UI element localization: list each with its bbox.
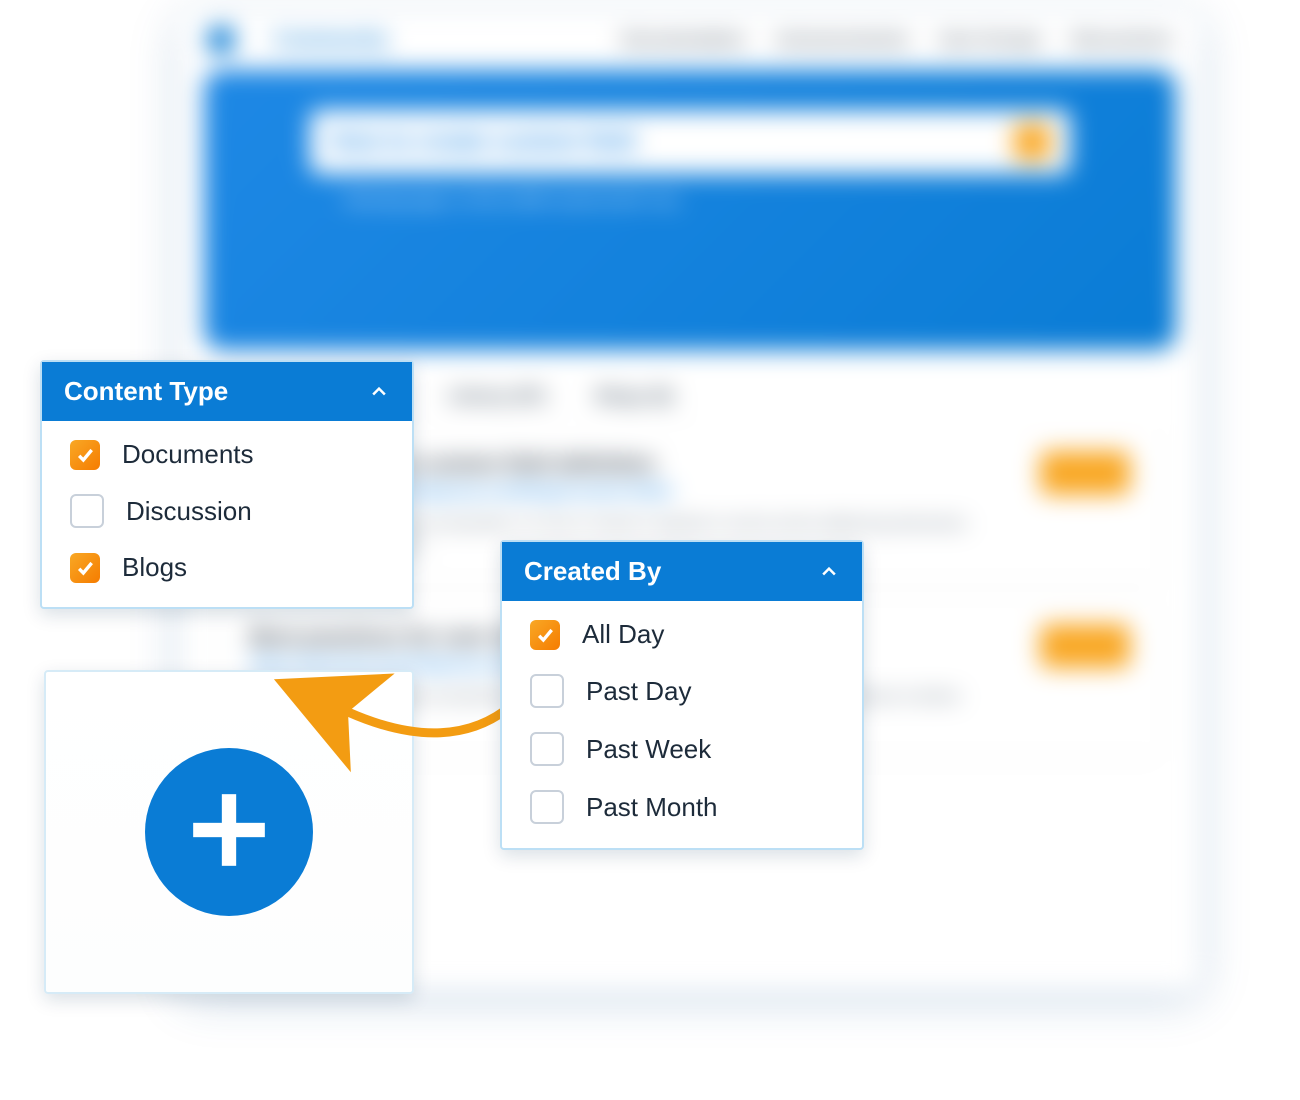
search-icon[interactable] bbox=[1014, 124, 1050, 160]
topbar: Community Documentation Announcements Us… bbox=[180, 10, 1200, 70]
plus-icon bbox=[186, 787, 272, 878]
filter-option-documents[interactable]: Documents bbox=[70, 439, 384, 470]
filter-option-discussion[interactable]: Discussion bbox=[70, 494, 384, 528]
nav-item[interactable]: Documentation bbox=[622, 30, 746, 50]
filter-option-past-week[interactable]: Past Week bbox=[530, 732, 834, 766]
nav-item[interactable]: Discussions bbox=[1072, 30, 1172, 50]
filter-option-label: Documents bbox=[122, 439, 254, 470]
filter-header[interactable]: Content Type bbox=[42, 362, 412, 421]
nav-item[interactable]: Announcements bbox=[776, 30, 909, 50]
chevron-up-icon bbox=[818, 561, 840, 583]
checkbox-icon bbox=[70, 440, 100, 470]
checkbox-icon bbox=[530, 790, 564, 824]
nav-item[interactable]: User Groups bbox=[939, 30, 1042, 50]
filter-option-blogs[interactable]: Blogs bbox=[70, 552, 384, 583]
result-action-button[interactable] bbox=[1040, 624, 1130, 668]
search-results-summary: Showing page 1 of 50 of 986 results (0.0… bbox=[344, 192, 679, 209]
checkbox-icon bbox=[530, 674, 564, 708]
filter-option-past-day[interactable]: Past Day bbox=[530, 674, 834, 708]
brand-name: Community bbox=[274, 29, 389, 52]
top-nav: Documentation Announcements User Groups … bbox=[622, 30, 1172, 50]
search-bar[interactable]: How to create custom field bbox=[310, 110, 1070, 174]
search-query-text: How to create custom field bbox=[330, 128, 635, 156]
tab[interactable]: Library (97) bbox=[448, 386, 546, 407]
filter-option-all-day[interactable]: All Day bbox=[530, 619, 834, 650]
filter-option-label: All Day bbox=[582, 619, 664, 650]
chevron-up-icon bbox=[368, 381, 390, 403]
hero-banner: How to create custom field Showing page … bbox=[204, 70, 1176, 350]
filter-card-content-type: Content Type Documents Discussion Blogs bbox=[40, 360, 414, 609]
tab[interactable]: Blogs (8) bbox=[596, 386, 673, 407]
filter-header[interactable]: Created By bbox=[502, 542, 862, 601]
filter-option-label: Past Day bbox=[586, 676, 692, 707]
checkbox-icon bbox=[530, 620, 560, 650]
add-filter-card bbox=[44, 670, 414, 994]
result-action-button[interactable] bbox=[1040, 451, 1130, 495]
filter-option-past-month[interactable]: Past Month bbox=[530, 790, 834, 824]
filter-option-label: Blogs bbox=[122, 552, 187, 583]
brand-logo-icon bbox=[208, 27, 234, 53]
filter-option-label: Discussion bbox=[126, 496, 252, 527]
add-filter-button[interactable] bbox=[145, 748, 313, 916]
filter-option-label: Past Month bbox=[586, 792, 718, 823]
filter-title: Content Type bbox=[64, 376, 228, 407]
filter-option-label: Past Week bbox=[586, 734, 711, 765]
checkbox-icon bbox=[70, 494, 104, 528]
checkbox-icon bbox=[530, 732, 564, 766]
filter-card-created-by: Created By All Day Past Day Past Week bbox=[500, 540, 864, 850]
filter-title: Created By bbox=[524, 556, 661, 587]
checkbox-icon bbox=[70, 553, 100, 583]
